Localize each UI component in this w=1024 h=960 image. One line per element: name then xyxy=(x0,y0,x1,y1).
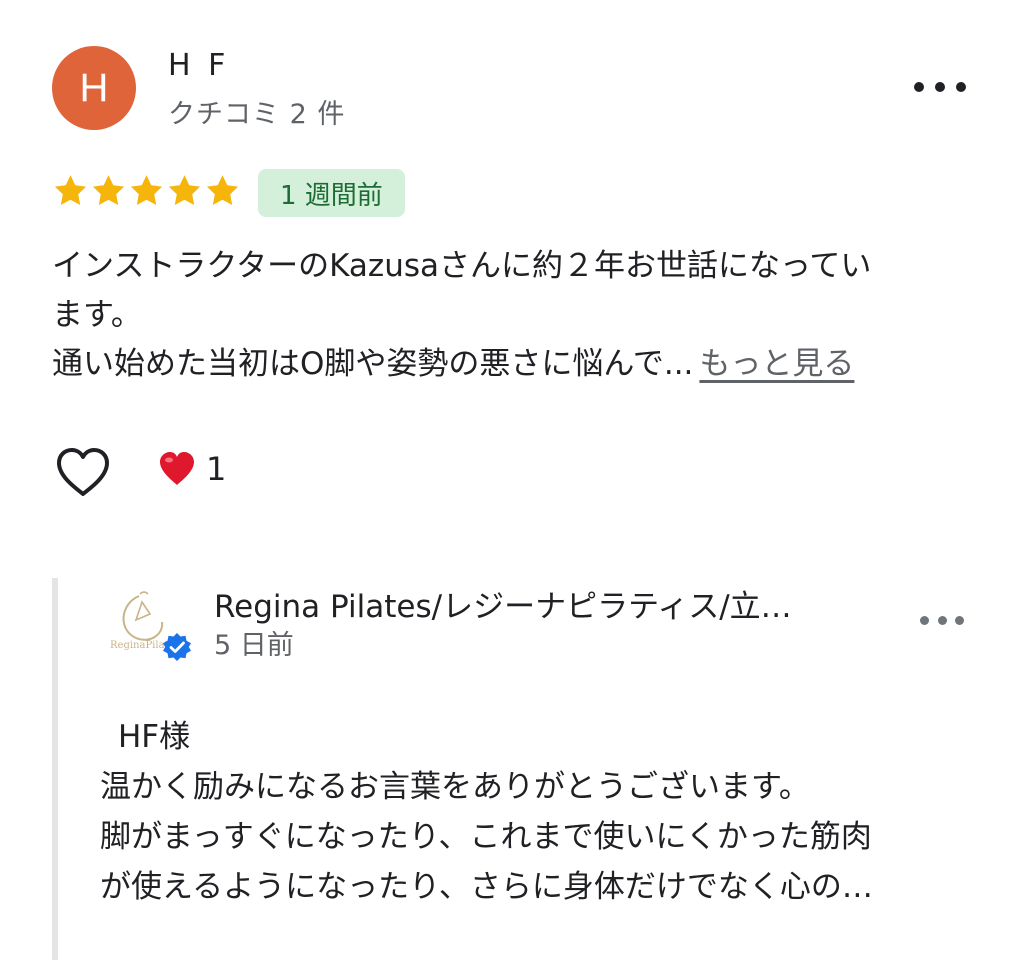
reply-text-line: が使えるようになったり、さらに身体だけでなく心の… xyxy=(100,869,873,905)
verified-badge-icon xyxy=(163,633,191,661)
reply-text-line: 脚がまっすぐになったり、これまで使いにくかった筋肉 xyxy=(100,819,872,855)
review-card: H H F クチコミ 2 件 1 週間前 インストラクターのKazusaさんに約… xyxy=(0,0,1024,960)
reply-divider xyxy=(52,578,58,960)
reviewer-avatar[interactable]: H xyxy=(52,46,136,130)
reaction-count: 1 xyxy=(206,450,227,488)
more-options-icon[interactable] xyxy=(914,70,966,104)
star-icon xyxy=(206,175,239,206)
reply-more-options-icon[interactable] xyxy=(920,610,964,630)
star-icon xyxy=(54,175,87,206)
reply-time: 5 日前 xyxy=(214,630,294,661)
star-icon xyxy=(92,175,125,206)
star-rating xyxy=(52,172,241,210)
review-text-line: ます。 xyxy=(52,297,142,333)
reply-text-line: 温かく励みになるお言葉をありがとうございます。 xyxy=(100,769,810,805)
reply-text-line: HF様 xyxy=(118,719,191,755)
reviewer-review-count: クチコミ 2 件 xyxy=(168,99,346,130)
review-text: インストラクターのKazusaさんに約２年お世話になってい ます。 通い始めた当… xyxy=(52,242,987,389)
red-heart-icon xyxy=(160,452,194,485)
owner-reply-text: HF様 温かく励みになるお言葉をありがとうございます。 脚がまっすぐになったり、… xyxy=(100,712,873,912)
heart-outline-icon[interactable] xyxy=(54,446,112,498)
review-text-line: 通い始めた当初はO脚や姿勢の悪さに悩んで... もっと見る xyxy=(52,340,987,389)
star-icon xyxy=(168,175,201,206)
review-time-badge: 1 週間前 xyxy=(258,169,405,217)
reviewer-name[interactable]: H F xyxy=(168,48,229,83)
star-icon xyxy=(130,175,163,206)
review-text-line: インストラクターのKazusaさんに約２年お世話になってい xyxy=(52,248,872,284)
read-more-link[interactable]: もっと見る xyxy=(699,346,854,382)
review-text-truncated: 通い始めた当初はO脚や姿勢の悪さに悩んで... xyxy=(52,346,694,382)
owner-name[interactable]: Regina Pilates/レジーナピラティス/立… xyxy=(214,581,792,626)
heart-reaction[interactable]: 1 xyxy=(158,450,226,488)
avatar-letter: H xyxy=(79,65,109,110)
